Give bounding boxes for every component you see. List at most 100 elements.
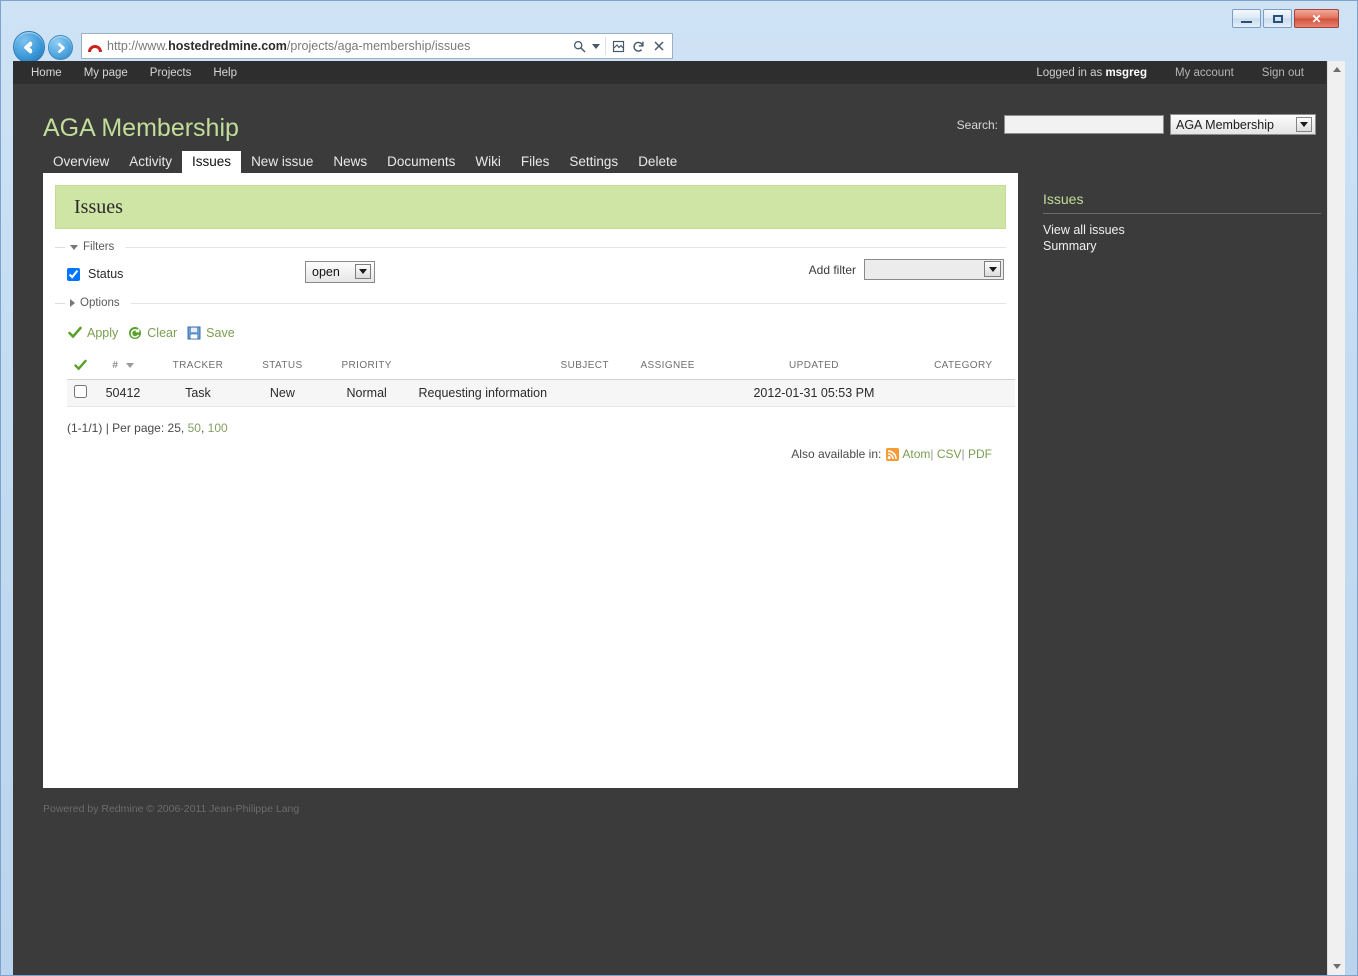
col-status[interactable]: STATUS — [244, 354, 321, 379]
filters-legend-label: Filters — [83, 241, 114, 253]
global-nav-links: Home My page Projects Help — [31, 67, 237, 79]
col-select-all[interactable] — [67, 354, 94, 379]
export-atom[interactable]: Atom — [902, 447, 930, 461]
col-tracker[interactable]: TRACKER — [152, 354, 244, 379]
project-tab-bar: Overview Activity Issues New issue News … — [13, 151, 1326, 173]
tab-files[interactable]: Files — [511, 151, 560, 173]
page-title: AGA Membership — [43, 114, 239, 143]
cell-status: New — [244, 379, 321, 406]
save-disk-icon — [186, 325, 201, 340]
close-icon: ✕ — [1311, 12, 1321, 26]
filter-actions: Apply Clear Save — [67, 325, 1006, 340]
triangle-right-icon — [70, 299, 75, 307]
filters-legend[interactable]: Filters — [55, 241, 1006, 253]
page-viewport: Home My page Projects Help Logged in as … — [13, 61, 1343, 975]
search-scope-select[interactable]: AGA Membership — [1170, 114, 1316, 135]
tab-new-issue[interactable]: New issue — [241, 151, 323, 173]
topmenu-home[interactable]: Home — [31, 67, 62, 79]
sign-out-link[interactable]: Sign out — [1262, 67, 1304, 79]
per-page-label: Per page: — [112, 421, 164, 435]
tab-delete[interactable]: Delete — [628, 151, 687, 173]
col-priority[interactable]: PRIORITY — [321, 354, 413, 379]
search-input[interactable] — [1004, 115, 1164, 134]
sidebar-summary[interactable]: Summary — [1043, 238, 1323, 254]
col-assignee[interactable]: ASSIGNEE — [619, 354, 716, 379]
row-checkbox[interactable] — [74, 385, 87, 398]
sidebar-divider — [1043, 213, 1321, 214]
vertical-scrollbar[interactable] — [1327, 61, 1344, 975]
issues-table-body: 50412 Task New Normal Requesting informa… — [67, 379, 1015, 406]
address-bar-url: http://www.hostedredmine.com/projects/ag… — [107, 39, 566, 53]
forward-button[interactable] — [48, 35, 73, 60]
tab-settings[interactable]: Settings — [559, 151, 628, 173]
search-icon[interactable] — [572, 39, 587, 54]
row-checkbox-cell — [67, 379, 94, 406]
clear-button[interactable]: Clear — [147, 326, 177, 340]
chevron-up-icon — [1333, 67, 1341, 72]
scroll-up-button[interactable] — [1328, 61, 1345, 78]
col-updated[interactable]: UPDATED — [716, 354, 911, 379]
issues-page-heading: Issues — [55, 185, 1006, 229]
window-controls: ✕ — [1232, 9, 1339, 28]
scroll-down-button[interactable] — [1328, 958, 1345, 975]
tab-activity[interactable]: Activity — [119, 151, 182, 173]
stop-icon[interactable] — [651, 39, 666, 54]
col-subject[interactable]: SUBJECT — [413, 354, 619, 379]
per-page-100[interactable]: 100 — [208, 421, 228, 435]
options-legend[interactable]: Options — [55, 297, 1006, 309]
cell-tracker: Task — [152, 379, 244, 406]
table-row[interactable]: 50412 Task New Normal Requesting informa… — [67, 379, 1015, 406]
status-filter-checkbox[interactable] — [67, 268, 80, 281]
compatibility-view-icon[interactable] — [611, 39, 626, 54]
tab-overview[interactable]: Overview — [43, 151, 119, 173]
apply-button[interactable]: Apply — [87, 326, 118, 340]
back-button[interactable] — [13, 31, 45, 63]
logged-in-status: Logged in as msgreg — [1036, 67, 1147, 79]
tab-issues[interactable]: Issues — [182, 151, 241, 173]
add-filter-area: Add filter — [809, 259, 1004, 280]
my-account-link[interactable]: My account — [1175, 67, 1234, 79]
browser-window: ✕ http://www.hostedredmine.com/projects/… — [0, 0, 1358, 976]
close-button[interactable]: ✕ — [1294, 9, 1339, 28]
export-links: Also available in: Atom| CSV| PDF — [55, 447, 992, 462]
legend-dash — [55, 247, 65, 248]
add-filter-select[interactable] — [864, 259, 1004, 280]
triangle-down-icon — [70, 245, 78, 250]
filters-fieldset: Filters Status open — [55, 241, 1006, 309]
tab-wiki[interactable]: Wiki — [465, 151, 511, 173]
topmenu-projects[interactable]: Projects — [150, 67, 192, 79]
save-button[interactable]: Save — [206, 326, 235, 340]
cell-assignee — [619, 379, 716, 406]
search-area: Search: AGA Membership — [957, 114, 1316, 135]
search-label: Search: — [957, 118, 998, 132]
cell-priority: Normal — [321, 379, 413, 406]
export-label: Also available in: — [791, 447, 881, 461]
address-bar[interactable]: http://www.hostedredmine.com/projects/ag… — [81, 33, 673, 59]
status-filter-select[interactable]: open — [305, 261, 375, 283]
minimize-button[interactable] — [1232, 9, 1261, 28]
col-id[interactable]: # — [94, 354, 152, 379]
export-csv[interactable]: CSV — [937, 447, 962, 461]
tab-news[interactable]: News — [323, 151, 377, 173]
col-category[interactable]: CATEGORY — [912, 354, 1015, 379]
cell-subject[interactable]: Requesting information — [413, 379, 619, 406]
refresh-icon[interactable] — [631, 39, 646, 54]
cell-id[interactable]: 50412 — [94, 379, 152, 406]
pager-separator: | — [106, 421, 109, 435]
toolbar-divider — [605, 37, 606, 55]
sidebar-view-all-issues[interactable]: View all issues — [1043, 222, 1323, 238]
page-footer: Powered by Redmine © 2006-2011 Jean-Phil… — [43, 803, 299, 815]
topmenu-my-page[interactable]: My page — [84, 67, 128, 79]
search-provider-chevron-down-icon[interactable] — [592, 44, 600, 49]
rss-icon — [885, 447, 900, 462]
scrollbar-track[interactable] — [1328, 78, 1345, 958]
export-pdf[interactable]: PDF — [968, 447, 992, 461]
chevron-down-icon — [1333, 964, 1341, 969]
per-page-50[interactable]: 50 — [188, 421, 201, 435]
status-filter-row: Status open Add filter — [67, 261, 1006, 287]
topmenu-help[interactable]: Help — [213, 67, 237, 79]
tab-documents[interactable]: Documents — [377, 151, 465, 173]
maximize-button[interactable] — [1263, 9, 1292, 28]
status-filter-label[interactable]: Status — [88, 267, 123, 281]
chevron-down-icon — [1296, 117, 1312, 132]
